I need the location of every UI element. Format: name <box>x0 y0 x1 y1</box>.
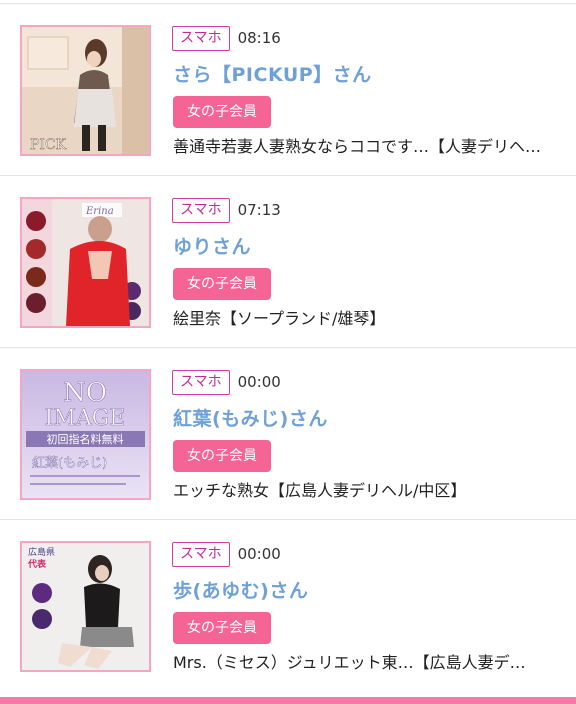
device-badge: スマホ <box>172 197 230 223</box>
photo-caption: PICK <box>30 137 67 153</box>
profile-name-link[interactable]: ゆりさん <box>173 232 251 259</box>
photo-caption: 広島県 <box>28 546 55 558</box>
member-badge: 女の子会員 <box>173 612 271 644</box>
profile-name-link[interactable]: 歩(あゆむ)さん <box>173 576 308 603</box>
shop-name: エッチな熟女【広島人妻デリヘル/中区】 <box>173 481 467 500</box>
timestamp: 00:00 <box>237 545 281 563</box>
message-list: PICK スマホ 08:16 さら【PICKUP】さん 女の子会員 善通寺若妻人… <box>0 4 576 692</box>
photo-caption: IMAGE <box>45 406 126 431</box>
member-badge: 女の子会員 <box>173 268 271 300</box>
device-badge: スマホ <box>172 25 230 51</box>
profile-photo[interactable]: NO IMAGE 初回指名料無料 紅葉(もみじ) <box>20 369 151 500</box>
photo-image: Erina <box>22 199 149 326</box>
photo-caption: 紅葉(もみじ) <box>32 456 107 471</box>
photo-caption: Erina <box>85 206 114 217</box>
timestamp: 08:16 <box>237 29 281 47</box>
photo-image: PICK <box>22 27 149 154</box>
photo-caption: 初回指名料無料 <box>47 432 124 446</box>
device-badge: スマホ <box>172 369 230 395</box>
photo-image: NO IMAGE 初回指名料無料 紅葉(もみじ) <box>22 371 149 498</box>
shop-name: 善通寺若妻人妻熟女ならココです…【人妻デリヘ… <box>173 137 542 156</box>
photo-image: 広島県 代表 <box>22 543 149 670</box>
profile-name-link[interactable]: さら【PICKUP】さん <box>173 60 372 87</box>
message-meta: スマホ 00:00 <box>172 369 281 395</box>
device-badge: スマホ <box>172 541 230 567</box>
profile-photo[interactable]: Erina <box>20 197 151 328</box>
list-item[interactable]: NO IMAGE 初回指名料無料 紅葉(もみじ) スマホ 00:00 紅葉(もみ… <box>0 348 576 520</box>
profile-name-link[interactable]: 紅葉(もみじ)さん <box>173 404 328 431</box>
bottom-accent-bar <box>0 697 576 704</box>
member-badge: 女の子会員 <box>173 440 271 472</box>
photo-caption: NO <box>63 378 107 408</box>
shop-name: Mrs.（ミセス）ジュリエット東…【広島人妻デ… <box>173 653 526 672</box>
message-meta: スマホ 08:16 <box>172 25 281 51</box>
message-meta: スマホ 00:00 <box>172 541 281 567</box>
shop-name: 絵里奈【ソープランド/雄琴】 <box>173 309 386 328</box>
photo-caption: 代表 <box>27 558 47 570</box>
member-badge: 女の子会員 <box>173 96 271 128</box>
message-meta: スマホ 07:13 <box>172 197 281 223</box>
list-item[interactable]: 広島県 代表 スマホ 00:00 歩(あゆむ)さん 女の子会員 Mrs.（ミセス… <box>0 520 576 692</box>
profile-photo[interactable]: PICK <box>20 25 151 156</box>
list-item[interactable]: PICK スマホ 08:16 さら【PICKUP】さん 女の子会員 善通寺若妻人… <box>0 4 576 176</box>
list-item[interactable]: Erina スマホ 07:13 ゆりさん 女の子会員 絵里奈【ソープランド/雄琴… <box>0 176 576 348</box>
timestamp: 00:00 <box>237 373 281 391</box>
timestamp: 07:13 <box>237 201 281 219</box>
profile-photo[interactable]: 広島県 代表 <box>20 541 151 672</box>
